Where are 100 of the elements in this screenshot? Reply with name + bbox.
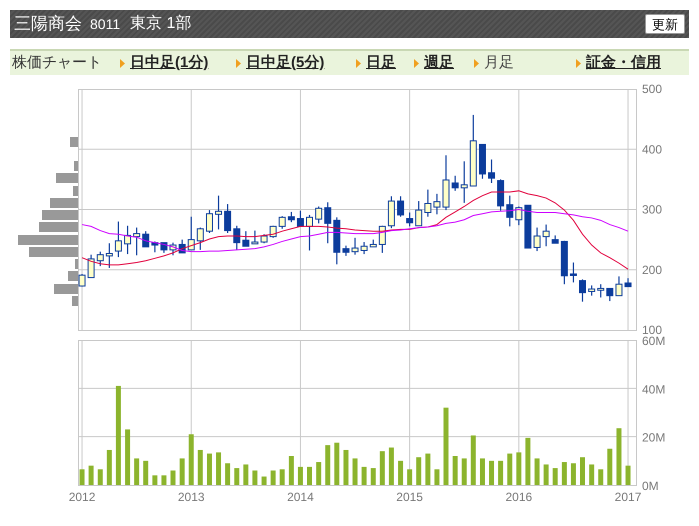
volume-bar xyxy=(489,460,494,485)
volume-bar xyxy=(225,463,230,485)
volume-bar xyxy=(470,435,476,485)
candlestick xyxy=(278,216,286,229)
candlestick xyxy=(615,276,622,296)
volume-bar xyxy=(616,428,622,485)
candlestick xyxy=(433,194,440,214)
candlestick xyxy=(597,284,604,298)
volume-bar xyxy=(106,450,112,485)
volume-bar xyxy=(262,476,267,485)
stock-code: 8011 xyxy=(90,14,120,34)
market-name: 東京 1部 xyxy=(130,14,192,34)
volume-bar xyxy=(88,466,94,485)
volume-bar xyxy=(188,434,194,485)
candlestick xyxy=(424,190,432,217)
volume-bar xyxy=(307,466,312,485)
nav-label: 株価チャート xyxy=(11,52,103,73)
axis-tick-label: 40M xyxy=(642,382,666,396)
candlestick xyxy=(306,214,313,250)
refresh-button[interactable]: 更新 xyxy=(645,14,685,34)
candlestick xyxy=(206,210,213,233)
volume-bar xyxy=(362,466,367,485)
volume-bar xyxy=(607,448,612,485)
volume-bar xyxy=(507,454,512,485)
chart-period-tab[interactable]: 週足 xyxy=(424,52,454,74)
candlestick xyxy=(478,144,486,179)
volume-bar xyxy=(161,475,166,485)
candlestick xyxy=(406,212,414,226)
axis-tick-label: 200 xyxy=(642,262,662,277)
volume-bar xyxy=(380,451,385,485)
candlestick xyxy=(360,242,368,254)
candlestick xyxy=(224,204,232,233)
axis-tick-label: 2015 xyxy=(396,490,423,504)
candlestick xyxy=(251,230,258,244)
axis-tick-label: 2017 xyxy=(614,490,642,504)
volume-bar xyxy=(280,469,285,485)
candlestick xyxy=(442,155,450,210)
volume-bar xyxy=(243,464,248,485)
candlestick xyxy=(133,228,140,256)
candlestick xyxy=(342,246,350,256)
candlestick xyxy=(151,241,158,252)
volume-bar xyxy=(416,457,422,485)
candlestick xyxy=(233,226,240,250)
axis-tick-label: 2012 xyxy=(68,490,96,504)
candlestick xyxy=(534,228,541,252)
candlestick xyxy=(515,206,522,226)
candlestick xyxy=(215,196,222,230)
volume-bar xyxy=(570,463,576,485)
candlestick xyxy=(552,235,559,244)
triangle-bullet-icon xyxy=(236,58,241,68)
volume-bar xyxy=(398,460,404,485)
axis-tick-label: 300 xyxy=(642,202,662,216)
candlestick xyxy=(370,240,377,248)
volume-bar xyxy=(252,470,258,485)
volume-bar xyxy=(298,466,303,485)
volume-bar xyxy=(143,460,148,485)
candlestick xyxy=(170,242,176,256)
candlestick xyxy=(415,201,422,226)
candlestick xyxy=(460,161,468,203)
volume-bar xyxy=(534,458,540,485)
candlestick xyxy=(188,216,195,250)
volume-bar xyxy=(425,454,430,485)
volume-bar xyxy=(206,454,212,485)
triangle-bullet-icon xyxy=(120,58,125,68)
volume-bar xyxy=(580,457,585,485)
volume-bar xyxy=(626,466,631,485)
volume-bar xyxy=(334,442,340,485)
candlestick xyxy=(452,176,459,191)
chart-period-tab[interactable]: 証金・信用 xyxy=(586,52,661,74)
candlestick xyxy=(588,285,596,296)
triangle-bullet-icon xyxy=(414,58,419,68)
candlestick xyxy=(352,238,359,255)
company-name: 三陽商会 xyxy=(14,13,82,36)
chart-period-tab[interactable]: 月足 xyxy=(484,52,514,74)
volume-bar xyxy=(134,458,140,485)
volume-bar xyxy=(216,452,222,485)
volume-bar xyxy=(452,456,458,485)
axis-tick-label: 2014 xyxy=(287,490,314,504)
axis-tick-label: 0M xyxy=(642,479,659,493)
volume-bar xyxy=(388,448,394,485)
volume-bar xyxy=(325,445,330,485)
axis-tick-label: 400 xyxy=(642,142,662,156)
triangle-bullet-icon xyxy=(356,58,361,68)
candlestick xyxy=(296,210,304,227)
chart-period-tab[interactable]: 日中足(5分) xyxy=(246,52,324,74)
candlestick xyxy=(106,243,113,268)
triangle-bullet-icon xyxy=(576,58,581,68)
candlestick xyxy=(579,279,586,302)
candlestick xyxy=(524,204,532,249)
chart-period-tab[interactable]: 日足 xyxy=(366,52,396,74)
chart-period-tab[interactable]: 日中足(1分) xyxy=(130,52,208,74)
candlestick xyxy=(506,196,514,226)
candlestick xyxy=(78,274,86,287)
candlestick xyxy=(624,278,632,288)
volume-bar xyxy=(288,456,294,485)
volume-bar xyxy=(598,469,604,485)
volume-bar xyxy=(125,429,130,485)
volume-bar xyxy=(462,458,467,485)
volume-bar xyxy=(316,462,322,485)
volume-bar xyxy=(370,468,376,485)
